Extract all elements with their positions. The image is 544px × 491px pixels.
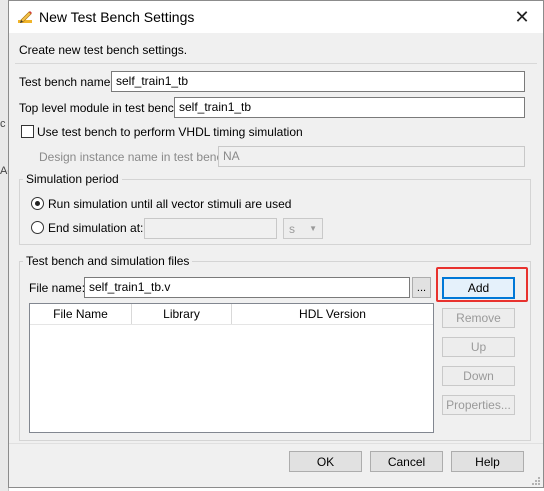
remove-button[interactable]: Remove: [442, 308, 515, 328]
files-table[interactable]: File Name Library HDL Version: [29, 303, 434, 433]
browse-button[interactable]: ...: [412, 277, 431, 298]
cancel-button[interactable]: Cancel: [370, 451, 443, 472]
column-header-library[interactable]: Library: [132, 304, 232, 324]
file-name-field[interactable]: self_train1_tb.v: [84, 277, 410, 298]
down-button[interactable]: Down: [442, 366, 515, 386]
end-simulation-radio[interactable]: [31, 221, 44, 234]
top-level-module-label: Top level module in test bench:: [19, 101, 184, 115]
column-header-hdl-version[interactable]: HDL Version: [232, 304, 433, 324]
new-test-bench-dialog: New Test Bench Settings ✕ Create new tes…: [8, 0, 544, 488]
time-unit-select[interactable]: s ▼: [283, 218, 323, 239]
vhdl-timing-checkbox[interactable]: [21, 125, 34, 138]
time-unit-value: s: [289, 221, 295, 236]
end-simulation-label: End simulation at:: [48, 221, 144, 235]
top-level-module-field[interactable]: self_train1_tb: [174, 97, 525, 118]
divider: [15, 63, 537, 64]
resize-grip-icon[interactable]: [531, 475, 541, 485]
up-button[interactable]: Up: [442, 337, 515, 357]
pencil-icon: [17, 9, 33, 25]
ok-button[interactable]: OK: [289, 451, 362, 472]
properties-button[interactable]: Properties...: [442, 395, 515, 415]
test-bench-name-field[interactable]: self_train1_tb: [111, 71, 525, 92]
simulation-files-title: Test bench and simulation files: [23, 254, 193, 268]
vhdl-timing-label: Use test bench to perform VHDL timing si…: [37, 125, 303, 139]
add-button[interactable]: Add: [442, 277, 515, 299]
help-button[interactable]: Help: [451, 451, 524, 472]
run-until-stimuli-radio[interactable]: [31, 197, 44, 210]
design-instance-field[interactable]: NA: [218, 146, 525, 167]
footer-separator: [9, 443, 543, 444]
dialog-title: New Test Bench Settings: [39, 9, 195, 25]
end-simulation-time-field[interactable]: [144, 218, 277, 239]
chevron-down-icon: ▼: [309, 224, 317, 233]
file-name-label: File name:: [29, 281, 86, 295]
radio-selected-dot: [35, 201, 40, 206]
test-bench-name-label: Test bench name:: [19, 75, 114, 89]
close-icon: ✕: [514, 6, 530, 27]
intro-text: Create new test bench settings.: [19, 43, 188, 57]
run-until-stimuli-label: Run simulation until all vector stimuli …: [48, 197, 292, 211]
title-bar: New Test Bench Settings ✕: [9, 1, 543, 33]
column-header-file-name[interactable]: File Name: [30, 304, 132, 324]
files-table-header: File Name Library HDL Version: [30, 304, 433, 325]
simulation-period-title: Simulation period: [23, 172, 122, 186]
design-instance-label: Design instance name in test bench:: [39, 150, 233, 164]
close-button[interactable]: ✕: [501, 1, 543, 33]
background-text-fragment: c: [0, 118, 6, 130]
